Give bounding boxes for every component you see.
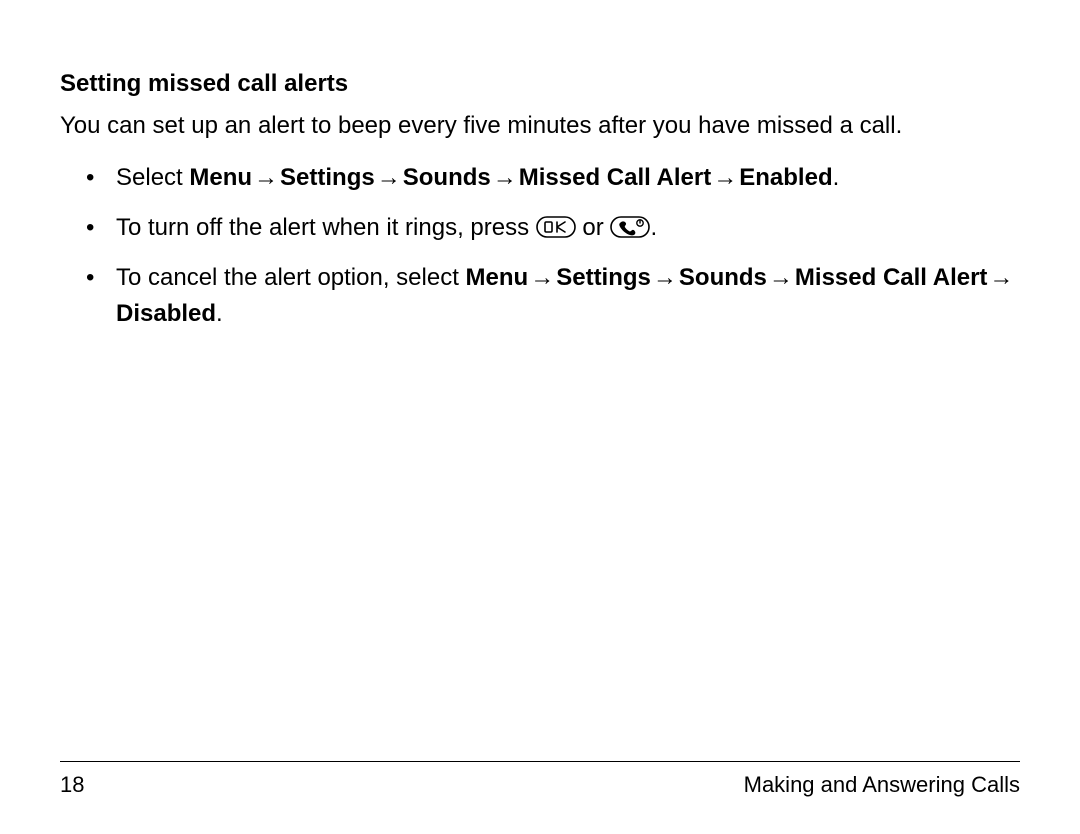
arrow-icon: → [252,160,280,196]
arrow-icon: → [987,260,1015,296]
text-suffix: . [216,300,223,327]
menu-path-item: Menu [189,164,252,191]
text-prefix: Select [116,164,189,191]
menu-path-item: Missed Call Alert [519,164,712,191]
text-prefix: To cancel the alert option, select [116,264,466,291]
arrow-icon: → [767,260,795,296]
page-footer: 18 Making and Answering Calls [60,761,1020,798]
menu-path-item: Settings [556,264,651,291]
arrow-icon: → [375,160,403,196]
arrow-icon: → [711,160,739,196]
arrow-icon: → [528,260,556,296]
section-title: Making and Answering Calls [744,772,1020,798]
list-item: To cancel the alert option, select Menu→… [86,260,1020,332]
menu-path-item: Settings [280,164,375,191]
arrow-icon: → [651,260,679,296]
menu-path-item: Sounds [403,164,491,191]
text-suffix: . [650,214,657,241]
footer-rule [60,761,1020,762]
arrow-icon: → [491,160,519,196]
menu-path-item: Disabled [116,300,216,327]
menu-path-item: Sounds [679,264,767,291]
text-prefix: To turn off the alert when it rings, pre… [116,214,536,241]
menu-path-item: Menu [466,264,529,291]
list-item: Select Menu→Settings→Sounds→Missed Call … [86,160,1020,196]
page-number: 18 [60,772,84,798]
intro-paragraph: You can set up an alert to beep every fi… [60,110,1020,142]
end-call-key-icon [610,216,650,238]
menu-path-item: Enabled [739,164,832,191]
section-heading: Setting missed call alerts [60,70,1020,98]
manual-page: Setting missed call alerts You can set u… [0,0,1080,834]
menu-path-item: Missed Call Alert [795,264,988,291]
text-mid: or [576,214,611,241]
instruction-list: Select Menu→Settings→Sounds→Missed Call … [86,160,1020,332]
list-item: To turn off the alert when it rings, pre… [86,210,1020,246]
text-suffix: . [833,164,840,191]
ok-key-icon [536,216,576,238]
